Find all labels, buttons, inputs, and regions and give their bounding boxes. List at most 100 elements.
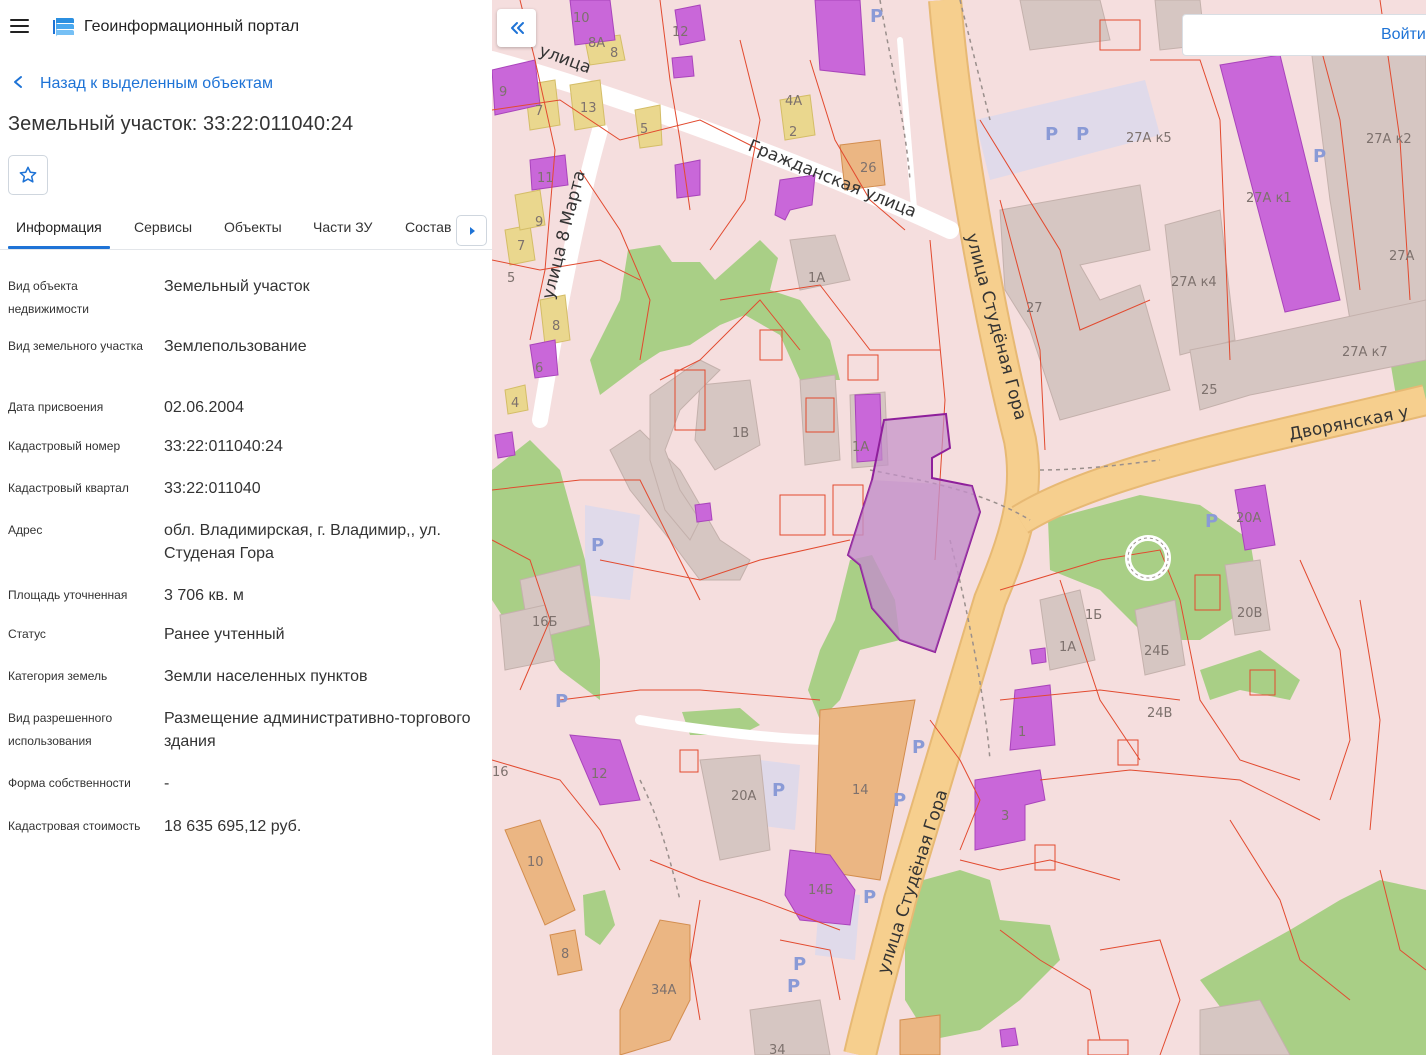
parking-icon: P [1076,124,1089,145]
building-label: 1А [808,271,825,286]
building-label: 13 [580,101,597,116]
info-label: Категория земель [8,669,108,683]
info-value: 02.06.2004 [164,399,245,416]
parking-icon: P [793,954,806,975]
star-outline-icon [19,166,37,183]
building-label: 1Б [1085,608,1102,623]
building-label: 27А к1 [1246,191,1292,206]
building-label: 8 [552,319,560,334]
info-value: обл. Владимирская, г. Владимир,, ул. Сту… [164,522,441,562]
info-label: Площадь уточненная [8,588,128,602]
building-label: 4 [511,396,519,411]
building-label: 5 [640,122,648,137]
active-tab-indicator [8,246,110,249]
parking-icon: P [787,976,800,997]
building-label: 12 [591,767,608,782]
parking-icon: P [591,535,604,556]
parking-icon: P [863,887,876,908]
parking-icon: P [1045,124,1058,145]
info-label: Вид объекта недвижимости [8,279,89,316]
collapse-panel-button[interactable] [497,9,536,47]
caret-right-icon [469,226,475,235]
building-label: 14 [852,783,869,798]
info-value: Земельный участок [164,278,310,295]
building-label: 8А [588,36,605,51]
building-label: 34 [769,1043,786,1055]
parking-icon: P [555,691,568,712]
building-label: 25 [1201,383,1218,398]
building-label: 16Б [532,615,557,630]
info-label: Дата присвоения [8,400,104,414]
building-label: 12 [672,25,689,40]
tabs-scroll-right-button[interactable] [456,215,487,246]
info-value: 18 635 695,12 руб. [164,818,302,835]
back-to-selected-link[interactable]: Назад к выделенным объектам [12,73,273,95]
building-label: 9 [499,85,507,100]
parking-icon: P [1205,511,1218,532]
info-value: 33:22:011040 [164,480,261,497]
chevron-left-icon [12,75,32,94]
object-info-panel: Геоинформационный портал Назад к выделен… [0,0,492,1055]
info-label: Адрес [8,523,43,537]
login-button[interactable]: Войти [1381,26,1426,44]
tab-parcel-parts[interactable]: Части ЗУ [313,219,372,235]
building-label: 4А [785,94,802,109]
building-label: 1А [852,440,869,455]
building-label: 24В [1147,706,1172,721]
info-value: - [164,775,170,792]
building-label: 27А к5 [1126,131,1172,146]
building-label: 9 [535,215,543,230]
info-label: Статус [8,627,46,641]
tab-information[interactable]: Информация [16,219,102,235]
street-label-grazhdanskaya: Гражданская улица [745,136,919,222]
building-label: 27А [1389,249,1415,264]
building-label: 27А к2 [1366,132,1412,147]
double-chevron-left-icon [510,22,524,34]
building-label: 2 [789,125,797,140]
tab-composition[interactable]: Состав [405,219,451,235]
tab-services[interactable]: Сервисы [134,219,192,235]
building-label: 20В [1237,606,1262,621]
building-label: 8 [561,947,569,962]
app-header: Геоинформационный портал [0,0,492,56]
building-label: 1 [1018,725,1026,740]
building-label: 16 [492,765,509,780]
building-label: 3 [1001,809,1009,824]
building-label: 26 [860,161,877,176]
parking-icon: P [870,6,883,27]
info-value: Размещение административно-торгового зда… [164,710,471,750]
tab-objects[interactable]: Объекты [224,219,282,235]
building-label: 10 [527,855,544,870]
info-value: Земли населенных пунктов [164,668,368,685]
parking-icon: P [893,790,906,811]
building-label: 5 [507,271,515,286]
building-label: 24Б [1144,644,1169,659]
parking-icon: P [912,737,925,758]
building-label: 27 [1026,301,1043,316]
building-label: 7 [535,104,543,119]
building-label: 20А [731,789,757,804]
info-value: 33:22:011040:24 [164,438,283,455]
info-value: Землепользование [164,338,307,355]
building-label: 11 [537,171,554,186]
cadastral-map[interactable]: P P P P P P P P P P P P P 10 8А 8 9 7 13… [492,0,1426,1055]
building-label: 7 [517,239,525,254]
info-value: 3 706 кв. м [164,587,244,604]
building-label: 27А к4 [1171,275,1217,290]
building-label: 1А [1059,640,1076,655]
building-label: 6 [535,361,543,376]
building-label: 34А [651,983,677,998]
info-label: Вид разрешенного использования [8,711,113,748]
parking-icon: P [1313,146,1326,167]
hamburger-menu-icon[interactable] [10,19,30,35]
building-label: 14Б [808,883,833,898]
info-label: Кадастровый квартал [8,481,129,495]
info-label: Кадастровая стоимость [8,819,141,833]
add-to-favorites-button[interactable] [8,155,48,195]
info-label: Форма собственности [8,776,131,790]
object-tabs: Информация Сервисы Объекты Части ЗУ Сост… [0,208,492,250]
building-label: 20А [1236,511,1262,526]
page-title: Земельный участок: 33:22:011040:24 [8,113,354,135]
building-label: 10 [573,11,590,26]
building-label: 8 [610,46,618,61]
